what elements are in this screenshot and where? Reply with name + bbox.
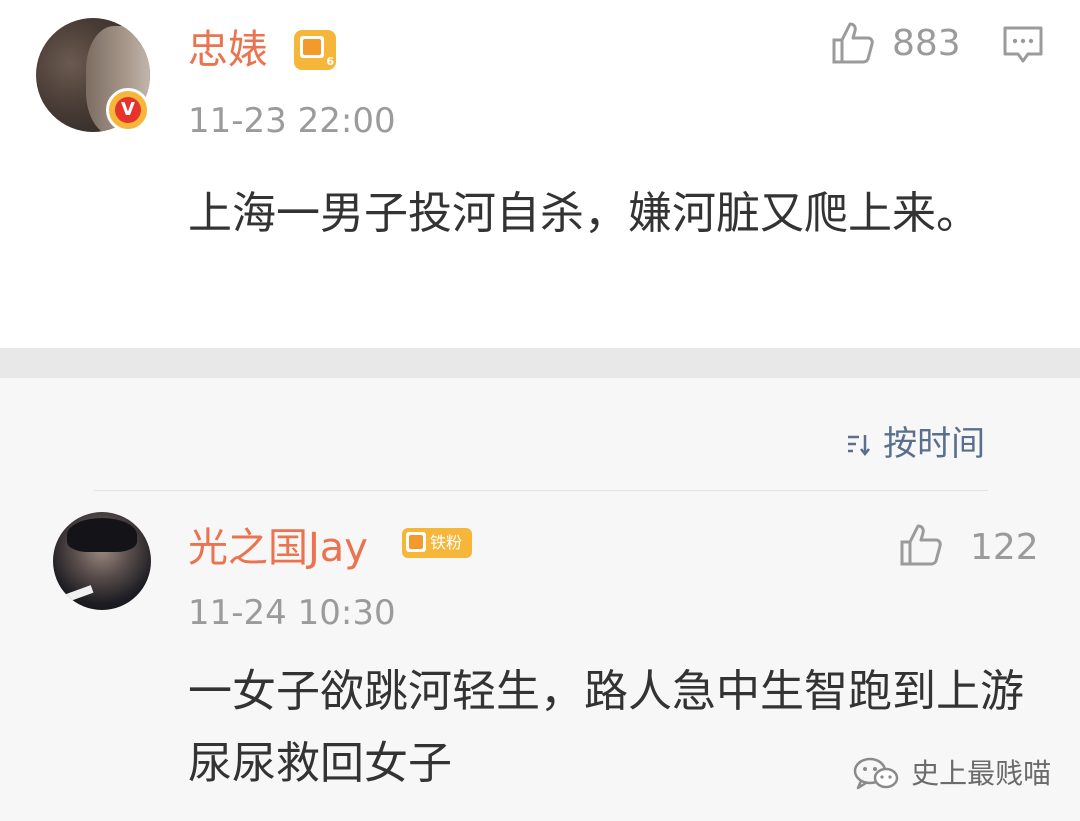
- section-divider: [0, 348, 1080, 378]
- sort-label: 按时间: [883, 424, 986, 464]
- like-icon[interactable]: [830, 20, 876, 66]
- crown-shape-inner: [303, 39, 321, 55]
- sort-icon: [846, 431, 872, 457]
- avatar-hair: [67, 518, 137, 552]
- sort-by-time-button[interactable]: 按时间: [846, 422, 985, 466]
- wechat-icon: [852, 757, 900, 791]
- comment-author-name[interactable]: 光之国Jay: [188, 524, 368, 572]
- watermark: 史上最贱喵: [852, 754, 1051, 794]
- verified-mark: V: [115, 97, 141, 123]
- watermark-text: 史上最贱喵: [911, 757, 1052, 790]
- fan-badge: 铁粉: [402, 528, 472, 558]
- divider-line: [94, 490, 988, 491]
- vip-level: 6: [326, 55, 334, 68]
- crown-icon-inner: [409, 535, 423, 549]
- fan-tag-label: 铁粉: [430, 533, 463, 552]
- comment-like-count: 122: [970, 527, 1039, 568]
- post-like-count: 883: [892, 23, 961, 64]
- comment-icon[interactable]: [1002, 24, 1044, 66]
- comment-author-avatar[interactable]: [53, 512, 151, 610]
- avatar-detail: [62, 585, 94, 603]
- post-author-name[interactable]: 忠婊: [188, 26, 268, 74]
- post-body: 上海一男子投河自杀，嫌河脏又爬上来。: [188, 188, 980, 239]
- vip-crown-icon: 6: [294, 30, 336, 70]
- comment-timestamp: 11-24 10:30: [188, 593, 396, 633]
- post-timestamp: 11-23 22:00: [188, 101, 396, 141]
- like-icon[interactable]: [898, 522, 944, 568]
- verified-badge-icon: V: [106, 88, 150, 132]
